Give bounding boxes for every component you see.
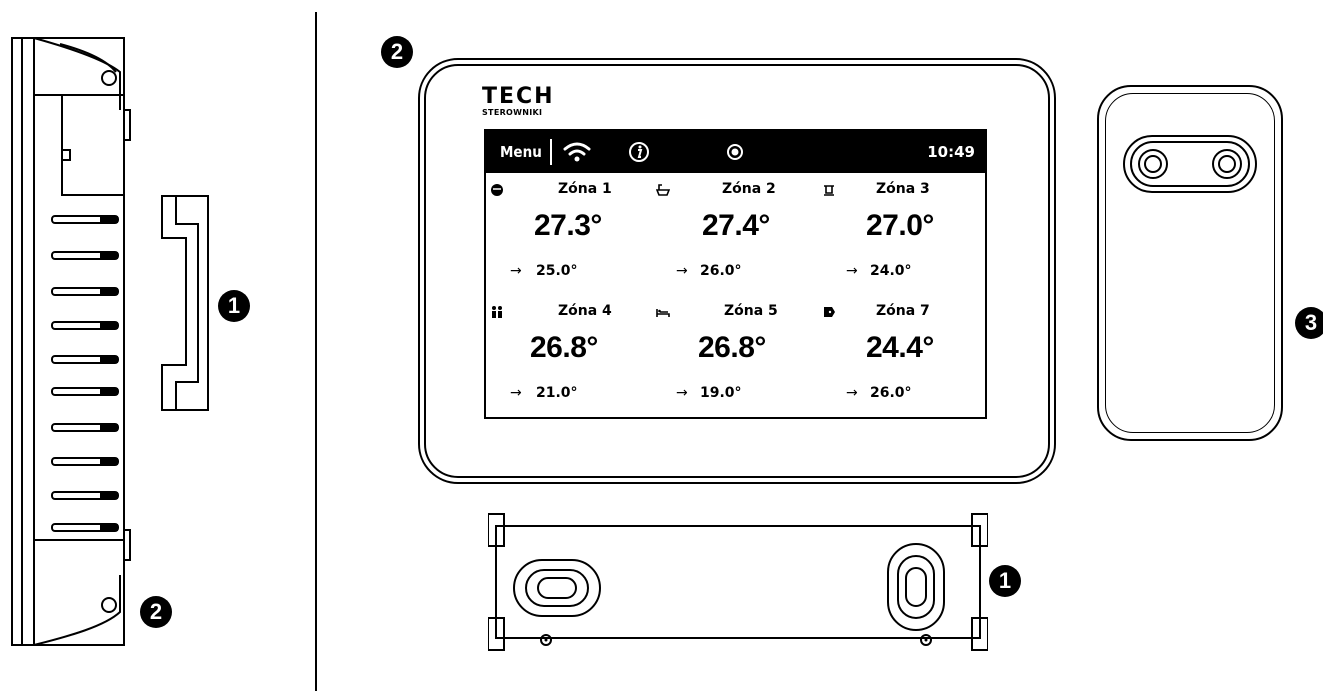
zone-setpoint-temp: 26.0° <box>700 263 742 279</box>
zone-setpoint-temp: 24.0° <box>870 263 912 279</box>
setpoint-arrow: → <box>846 263 858 279</box>
zone-name: Zóna 4 <box>558 303 612 319</box>
setpoint-arrow: → <box>676 385 688 401</box>
clock-time: 10:49 <box>927 143 975 161</box>
setpoint-arrow: → <box>510 263 522 279</box>
record-icon[interactable] <box>726 143 744 161</box>
zone-name: Zóna 7 <box>876 303 930 319</box>
setpoint-arrow: → <box>846 385 858 401</box>
door-icon <box>824 307 835 317</box>
menu-separator <box>550 139 552 165</box>
wall-bracket <box>488 513 988 651</box>
logo-sub-text: STEROWNIKI <box>482 108 543 117</box>
sensor-connector <box>1123 135 1257 193</box>
logo-main-text: TECH <box>482 84 555 109</box>
radiator-icon <box>491 184 503 196</box>
zone-name: Zóna 5 <box>724 303 778 319</box>
zone-tile-4[interactable]: Zóna 4 26.8° → 21.0° <box>486 297 652 419</box>
zone-tile-7[interactable]: Zóna 7 24.4° → 26.0° <box>818 297 984 419</box>
menu-button[interactable]: Menu <box>500 143 542 161</box>
zone-setpoint-temp: 25.0° <box>536 263 578 279</box>
zone-tile-3[interactable]: Zóna 3 27.0° → 24.0° <box>818 175 984 297</box>
zone-setpoint-temp: 19.0° <box>700 385 742 401</box>
device-side-view <box>11 37 209 646</box>
zone-setpoint-temp: 26.0° <box>870 385 912 401</box>
zone-setpoint-temp: 21.0° <box>536 385 578 401</box>
kitchen-icon <box>824 185 834 196</box>
callout-device-side: 2 <box>140 596 172 628</box>
setpoint-arrow: → <box>676 263 688 279</box>
zone-tile-2[interactable]: Zóna 2 27.4° → 26.0° <box>652 175 818 297</box>
touch-screen: Menu 10:49 Zóna 1 27.3° → 25.0° Zóna 2 2… <box>484 129 987 419</box>
zone-current-temp: 27.4° <box>702 209 770 242</box>
zone-tile-1[interactable]: Zóna 1 27.3° → 25.0° <box>486 175 652 297</box>
divider-line <box>315 12 317 691</box>
setpoint-arrow: → <box>510 385 522 401</box>
zone-current-temp: 26.8° <box>698 331 766 364</box>
zone-current-temp: 24.4° <box>866 331 934 364</box>
bed-icon <box>656 309 670 317</box>
callout-sensor: 3 <box>1295 307 1323 339</box>
zone-current-temp: 27.0° <box>866 209 934 242</box>
zone-tile-5[interactable]: Zóna 5 26.8° → 19.0° <box>652 297 818 419</box>
wifi-icon <box>563 142 591 162</box>
tech-logo: TECH STEROWNIKI <box>482 84 555 118</box>
zone-name: Zóna 1 <box>558 181 612 197</box>
bathtub-icon <box>656 184 670 196</box>
callout-bracket-bottom: 1 <box>989 565 1021 597</box>
zone-name: Zóna 2 <box>722 181 776 197</box>
zone-name: Zóna 3 <box>876 181 930 197</box>
callout-bracket-side: 1 <box>218 290 250 322</box>
info-icon[interactable] <box>628 141 650 163</box>
zone-current-temp: 26.8° <box>530 331 598 364</box>
family-icon <box>492 306 502 318</box>
callout-device-front: 2 <box>381 36 413 68</box>
zone-current-temp: 27.3° <box>534 209 602 242</box>
status-bar: Menu 10:49 <box>486 131 985 173</box>
